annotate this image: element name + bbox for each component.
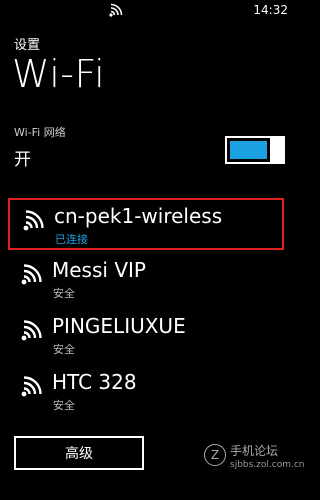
watermark: Z 手机论坛 sjbbs.zol.com.cn — [204, 434, 305, 490]
network-name: PINGELIUXUE — [52, 314, 186, 338]
advanced-button[interactable]: 高级 — [14, 436, 144, 470]
network-item[interactable]: Messi VIP 安全 — [8, 254, 284, 306]
status-bar: 14:32 — [0, 0, 300, 22]
wifi-toggle[interactable] — [225, 136, 285, 164]
network-status: 安全 — [53, 343, 75, 356]
network-status: 安全 — [53, 399, 75, 412]
network-status: 安全 — [53, 287, 75, 300]
wifi-signal-icon — [109, 3, 123, 17]
network-name: HTC 328 — [52, 370, 137, 394]
watermark-name: 手机论坛 — [230, 444, 279, 458]
toggle-knob — [270, 137, 283, 163]
network-item[interactable]: PINGELIUXUE 安全 — [8, 310, 284, 362]
network-item[interactable]: cn-pek1-wireless 已连接 — [8, 198, 284, 250]
wifi-signal-icon — [23, 210, 44, 231]
network-name: Messi VIP — [52, 258, 146, 282]
wifi-signal-icon — [21, 264, 42, 285]
page-title: Wi-Fi — [12, 52, 106, 96]
wifi-networking-label: Wi-Fi 网络 — [14, 126, 66, 139]
watermark-url: sjbbs.zol.com.cn — [230, 460, 305, 470]
settings-label: 设置 — [14, 38, 41, 53]
wifi-state-text: 开 — [14, 150, 31, 170]
watermark-logo-icon: Z — [204, 444, 226, 466]
toggle-fill — [230, 141, 267, 159]
network-name: cn-pek1-wireless — [54, 204, 223, 228]
wifi-signal-icon — [21, 320, 42, 341]
network-item[interactable]: HTC 328 安全 — [8, 366, 284, 418]
status-time: 14:32 — [253, 3, 288, 17]
network-status: 已连接 — [55, 233, 88, 246]
wifi-signal-icon — [21, 376, 42, 397]
